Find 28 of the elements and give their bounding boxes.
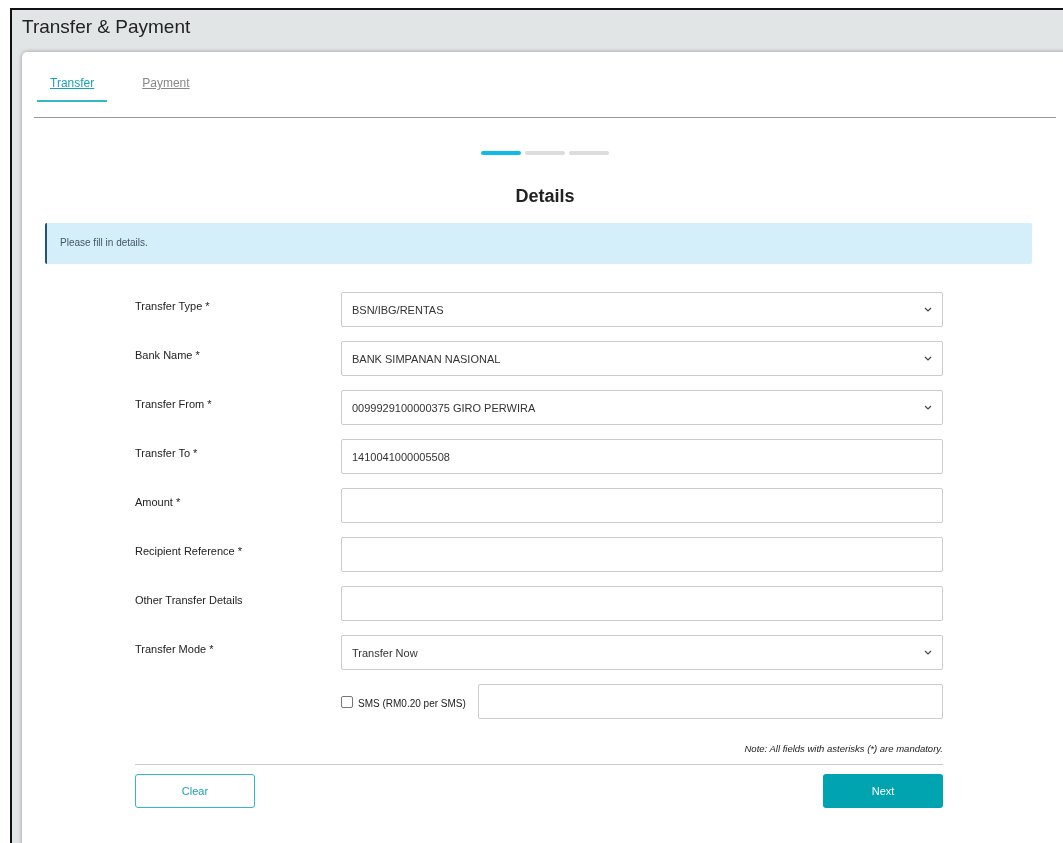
field-label: Transfer To * [135, 446, 199, 461]
dropdown[interactable]: BSN/IBG/RENTAS [341, 292, 943, 327]
tab[interactable]: Payment [129, 74, 203, 102]
field-label: Transfer Mode * [135, 642, 215, 657]
chevron-down-icon [924, 405, 932, 410]
info-banner: Please fill in details. [45, 223, 1032, 264]
note-text: Note: All fields with asterisks (*) are mandatory. [743, 743, 943, 754]
field-label: Bank Name * [135, 348, 201, 363]
input-field[interactable] [341, 537, 943, 572]
chevron-down-icon [924, 650, 932, 655]
chevron-down-icon [924, 356, 932, 361]
dropdown[interactable]: BANK SIMPANAN NASIONAL [341, 341, 943, 376]
dropdown[interactable]: 0099929100000375 GIRO PERWIRA [341, 390, 943, 425]
dropdown[interactable]: Transfer Now [341, 635, 943, 670]
window-title: Transfer & Payment [21, 15, 191, 39]
input-field[interactable]: 1410041000005508 [341, 439, 943, 474]
field-label: Recipient Reference * [135, 544, 243, 559]
input-field[interactable] [341, 586, 943, 621]
field-label: Transfer Type * [135, 299, 211, 314]
field-label: Amount * [135, 495, 182, 510]
checkbox-label: SMS (RM0.20 per SMS) [358, 697, 467, 711]
checkbox[interactable] [341, 695, 353, 708]
section-heading: Details [514, 186, 576, 207]
input-field[interactable] [341, 488, 943, 523]
input-field[interactable] [478, 684, 943, 719]
field-label: Other Transfer Details [135, 593, 244, 608]
chevron-down-icon [924, 307, 932, 312]
field-label: Transfer From * [135, 397, 213, 412]
